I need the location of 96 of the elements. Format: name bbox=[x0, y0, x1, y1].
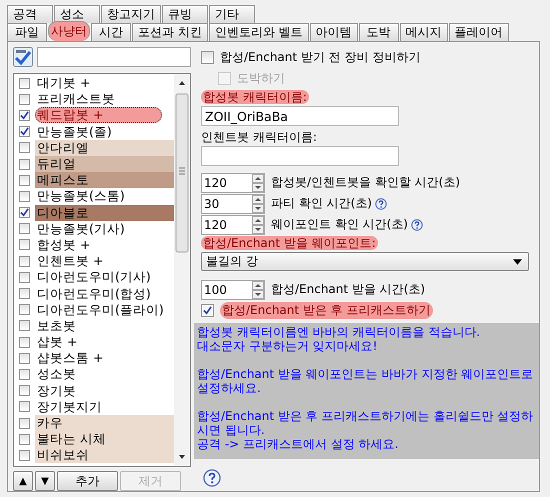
checkbox[interactable] bbox=[19, 336, 30, 348]
field-label: 인첸트봇 캐릭터이름: bbox=[201, 130, 317, 144]
list-item[interactable]: 대기봇 + bbox=[35, 75, 174, 92]
number-spinner[interactable]: 100 bbox=[201, 280, 265, 300]
list-item[interactable]: 디아블로 bbox=[35, 204, 174, 221]
info-text: 공격 -> 프리캐스트에서 설정 하세요. bbox=[197, 437, 400, 451]
field-label: 합성봇 캐릭터이름: bbox=[201, 90, 309, 104]
tab[interactable]: 창고지기 bbox=[101, 5, 161, 23]
spell-check-icon[interactable] bbox=[13, 47, 33, 67]
checkbox[interactable] bbox=[19, 142, 30, 154]
checkbox[interactable] bbox=[201, 51, 214, 64]
checkbox[interactable] bbox=[19, 190, 30, 202]
spinner-label: 합성봇/인첸트봇을 확인할 시간(초) bbox=[271, 174, 460, 191]
checkbox-label: 합성/Enchant 받기 전 장비 정비하기 bbox=[220, 49, 420, 66]
checkbox[interactable] bbox=[19, 256, 30, 267]
info-text: 합성/Enchant 받은 후 프리캐스트하기에는 홀리쉴드만 설정하시면 됩니다. bbox=[197, 409, 534, 437]
list-item[interactable]: 인첸트봇 + bbox=[35, 253, 174, 270]
list-item[interactable]: 샵봇 + bbox=[35, 334, 174, 350]
list-item[interactable]: 비쉬보쉬 bbox=[35, 447, 174, 464]
list-item[interactable]: 성소봇 bbox=[35, 366, 174, 382]
waypoint-dropdown[interactable]: 불길의 강 bbox=[201, 252, 529, 271]
help-icon[interactable] bbox=[203, 469, 221, 487]
tab[interactable]: 인벤토리와 벨트 bbox=[208, 23, 309, 41]
tab[interactable]: 아이템 bbox=[310, 23, 358, 41]
tab[interactable]: 파일 bbox=[7, 23, 47, 41]
list-item[interactable]: 장기봇지기 bbox=[35, 398, 174, 415]
scrollbar-drawing[interactable] bbox=[174, 74, 190, 466]
tab[interactable]: 큐빙 bbox=[162, 5, 208, 23]
spinner-label: 합성/Enchant 받을 시간(초) bbox=[271, 281, 426, 298]
checkbox[interactable] bbox=[19, 304, 30, 316]
list-item[interactable]: 메피스토 bbox=[35, 172, 174, 188]
checkbox[interactable] bbox=[19, 434, 30, 445]
list-item[interactable]: 보초봇 bbox=[35, 318, 174, 334]
list-item[interactable]: 합성봇 + bbox=[35, 236, 174, 253]
tab[interactable]: 공격 bbox=[7, 5, 53, 23]
list-item[interactable]: 카우 bbox=[35, 415, 174, 432]
list-item[interactable]: 디아런도우미(플라이) bbox=[35, 302, 174, 318]
tab[interactable]: 포션과 치킨 bbox=[132, 23, 208, 41]
field-label: 합성/Enchant 받을 웨이포인트: bbox=[201, 236, 378, 250]
search-field[interactable] bbox=[37, 47, 191, 67]
list-item[interactable]: 디아런도우미(합성) bbox=[35, 286, 174, 302]
crafter-name-field[interactable]: ZOII_OriBaBa bbox=[201, 106, 399, 126]
checkbox[interactable] bbox=[19, 110, 30, 121]
tab[interactable]: 기타 bbox=[209, 5, 255, 23]
checkbox[interactable] bbox=[19, 288, 30, 300]
enchanter-name-field[interactable] bbox=[201, 146, 399, 166]
checkbox[interactable] bbox=[201, 304, 214, 317]
checkbox[interactable] bbox=[19, 78, 30, 89]
number-spinner[interactable]: 120 bbox=[201, 214, 265, 234]
checkbox[interactable] bbox=[19, 207, 30, 218]
list-item[interactable]: 듀리얼 bbox=[35, 156, 174, 172]
list-item[interactable]: 만능졸봇(스톰) bbox=[35, 188, 174, 204]
checkbox[interactable] bbox=[19, 385, 30, 396]
list-item[interactable]: 만능졸봇(졸) bbox=[35, 124, 174, 140]
tab[interactable]: 시간 bbox=[91, 23, 131, 41]
list-item[interactable]: 샵봇스톰 + bbox=[35, 350, 174, 366]
list-item[interactable]: 안다리엘 bbox=[35, 140, 174, 156]
checkbox[interactable] bbox=[19, 418, 30, 429]
move-down-button[interactable]: ▼ bbox=[35, 471, 55, 491]
help-icon[interactable] bbox=[411, 218, 423, 230]
checkbox[interactable] bbox=[19, 352, 30, 364]
number-spinner[interactable]: 30 bbox=[201, 194, 265, 214]
caret-icon bbox=[513, 258, 522, 264]
spinner-label: 파티 확인 시간(초) bbox=[271, 195, 372, 212]
checkbox[interactable] bbox=[19, 94, 30, 105]
info-text: 합성봇 캐릭터이름엔 바바의 캐릭터이름을 적습니다. bbox=[197, 325, 482, 339]
checkbox-label: 합성/Enchant 받은 후 프리캐스트하기 bbox=[220, 302, 433, 319]
help-icon[interactable] bbox=[375, 198, 387, 210]
list-item[interactable]: 만능졸봇(기사) bbox=[35, 220, 174, 237]
list-item[interactable]: 퀘드랍봇 + bbox=[35, 107, 162, 124]
checkbox[interactable] bbox=[19, 272, 30, 283]
list-item[interactable]: 디아런도우미(기사) bbox=[35, 269, 174, 286]
spinner-label: 웨이포인트 확인 시간(초) bbox=[271, 216, 408, 233]
info-text: 대소문자 구분하는거 잊지마세요! bbox=[197, 339, 378, 353]
checkbox[interactable] bbox=[19, 368, 30, 380]
checkbox[interactable] bbox=[19, 450, 30, 461]
tab[interactable]: 사냥터 bbox=[48, 21, 90, 41]
list-item[interactable]: 불타는 시체 bbox=[35, 431, 174, 448]
add-button[interactable]: 추가 bbox=[57, 471, 118, 491]
list-item[interactable]: 장기봇 bbox=[35, 382, 174, 399]
checkbox[interactable] bbox=[19, 174, 30, 186]
tab[interactable]: 메시지 bbox=[400, 23, 448, 41]
tab[interactable]: 도박 bbox=[358, 23, 399, 41]
checkbox[interactable] bbox=[19, 401, 30, 412]
tab[interactable]: 성소 bbox=[54, 5, 100, 23]
tab[interactable]: 플레이어 bbox=[448, 23, 509, 41]
checkbox-label: 도박하기 bbox=[237, 70, 285, 87]
number-spinner[interactable]: 120 bbox=[201, 172, 265, 192]
checkbox[interactable] bbox=[19, 320, 30, 332]
checkbox[interactable] bbox=[19, 158, 30, 170]
list-item[interactable]: 프리캐스트봇 bbox=[35, 91, 174, 108]
checkbox[interactable] bbox=[19, 239, 30, 250]
info-text: 합성/Enchant 받을 웨이포인트는 바바가 지정한 웨이포인트로 설정하세요. bbox=[197, 367, 534, 395]
checkbox[interactable] bbox=[19, 223, 30, 234]
move-up-button[interactable]: ▲ bbox=[13, 471, 33, 491]
checkbox[interactable] bbox=[19, 126, 30, 138]
